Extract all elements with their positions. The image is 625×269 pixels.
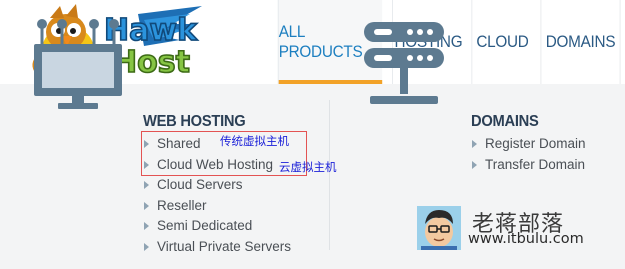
chevron-right-icon xyxy=(144,181,149,189)
menu-item-register-domain[interactable]: Register Domain xyxy=(472,134,586,155)
web-hosting-heading: WEB HOSTING xyxy=(143,113,246,130)
menu-item-semi-dedicated[interactable]: Semi Dedicated xyxy=(144,216,291,237)
chevron-right-icon xyxy=(144,222,149,230)
column-divider xyxy=(329,100,330,250)
menu-item-label: Cloud Servers xyxy=(157,177,243,192)
menu-item-reseller[interactable]: Reseller xyxy=(144,196,291,217)
server-stack-icon xyxy=(364,22,444,104)
chevron-right-icon xyxy=(144,201,149,210)
nav-cloud[interactable]: CLOUD xyxy=(471,0,532,84)
domains-list: Register Domain Transfer Domain xyxy=(472,134,586,175)
cartoon-avatar-icon xyxy=(417,206,461,250)
menu-item-virtual-private-servers[interactable]: Virtual Private Servers xyxy=(144,237,291,258)
annotation-shared-note: 传统虚拟主机 xyxy=(220,134,289,148)
monitor-network-icon xyxy=(34,19,122,109)
domains-heading: DOMAINS xyxy=(471,113,539,130)
menu-item-label: Virtual Private Servers xyxy=(157,238,292,254)
watermark-url: www.itbulu.com xyxy=(468,231,584,247)
menu-item-label: Semi Dedicated xyxy=(157,218,253,233)
menu-item-transfer-domain[interactable]: Transfer Domain xyxy=(472,155,586,176)
menu-item-label: Register Domain xyxy=(485,136,586,151)
main-nav: ALL PRODUCTS HOSTING CLOUD DOMAINS xyxy=(272,0,625,84)
menu-item-label: Reseller xyxy=(157,197,207,213)
menu-item-cloud-servers[interactable]: Cloud Servers xyxy=(144,175,291,196)
annotation-cloud-note: 云虚拟主机 xyxy=(279,160,337,174)
chevron-right-icon xyxy=(472,160,477,169)
menu-item-label: Transfer Domain xyxy=(485,156,586,172)
chevron-right-icon xyxy=(472,140,477,148)
chevron-right-icon xyxy=(144,242,149,251)
nav-domains[interactable]: DOMAINS xyxy=(540,0,621,84)
